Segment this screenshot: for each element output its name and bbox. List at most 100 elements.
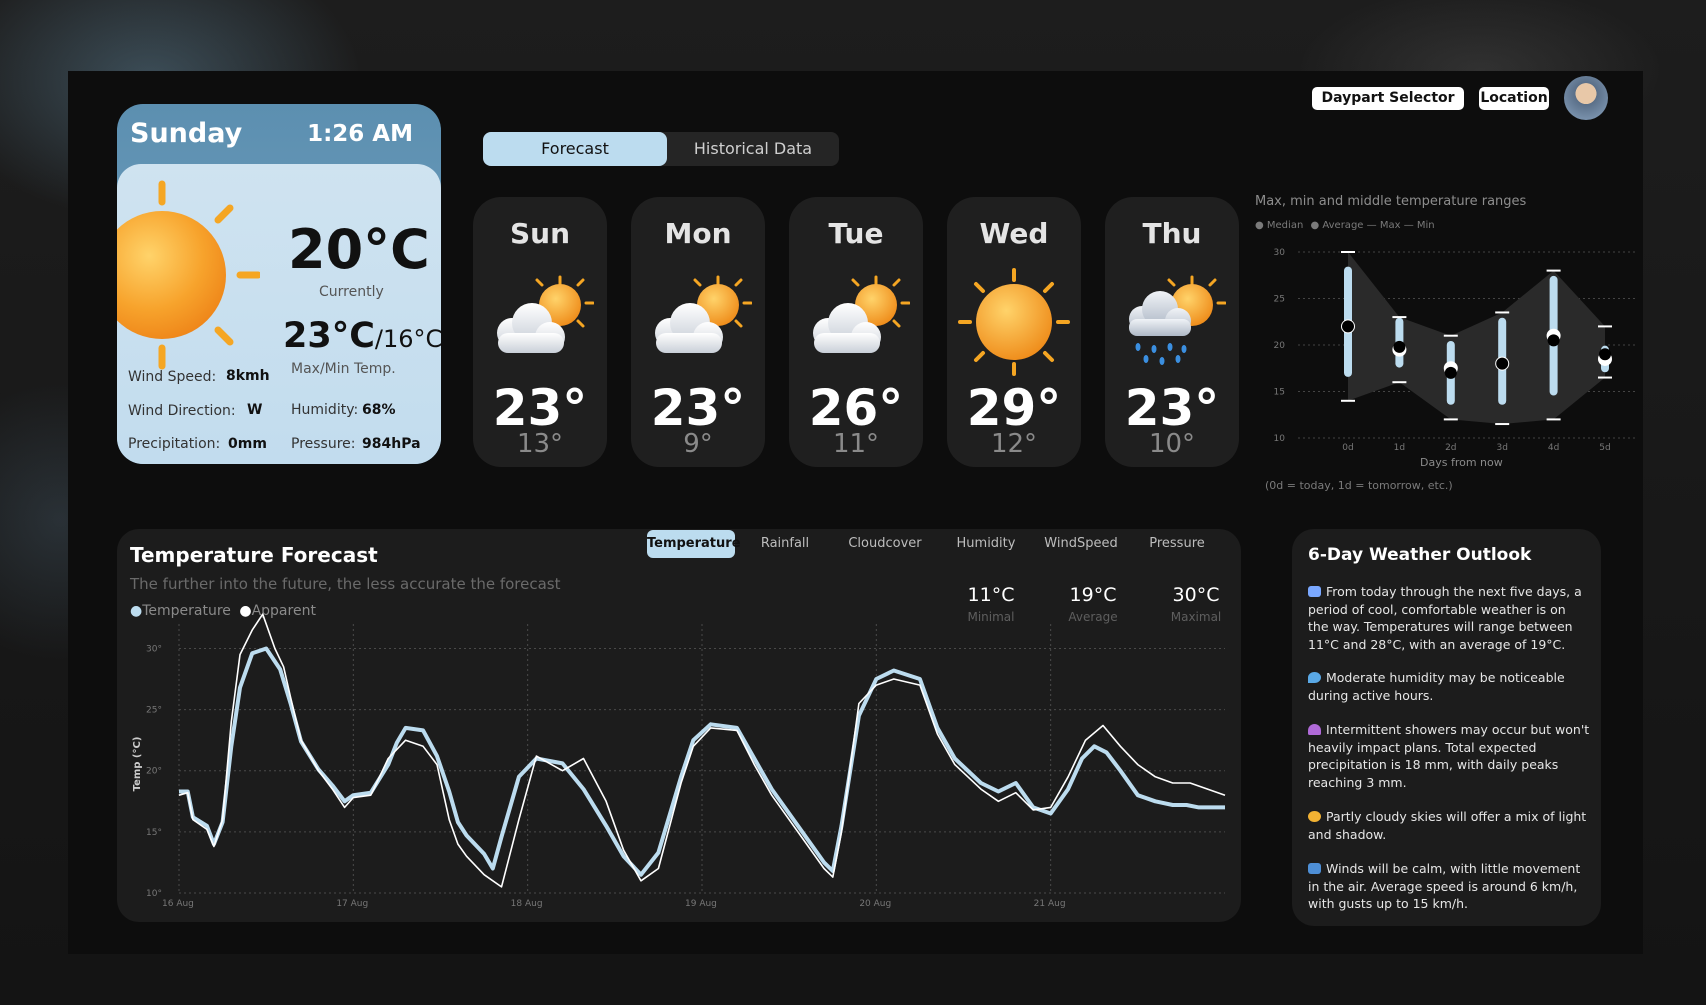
x-tick-label: 17 Aug [336,899,368,909]
x-tick-label: 18 Aug [511,899,543,909]
y-tick-label: 30 [1274,248,1286,258]
day-name: Thu [1142,217,1202,250]
temperature-forecast-panel: Temperature Forecast The further into th… [117,529,1241,922]
outlook-item: Partly cloudy skies will offer a mix of … [1308,809,1587,842]
range-chart-title: Max, min and middle temperature ranges [1255,194,1527,209]
x-tick-label: 0d [1342,443,1353,453]
day-name: Tue [828,217,884,250]
current-weather-card: Sunday 1:26 AM 20°C Currently 23°C/16°C … [117,104,441,464]
weather-outlook-panel: 6-Day Weather Outlook From today through… [1292,529,1601,926]
range-chart-legend: ● Median ● Average — Max — Min [1255,220,1435,231]
wind-speed-value: 8kmh [226,368,270,384]
y-axis-label: Temp (°C) [132,737,143,792]
cloud-rain-sun-icon [1129,275,1226,365]
humidity-label: Humidity: [291,402,359,418]
day-card-tue[interactable]: Tue 26° 11° [789,197,923,467]
y-tick-label: 20 [1274,341,1286,351]
outlook-title: 6-Day Weather Outlook [1308,545,1532,565]
sun-icon [958,268,1070,376]
wind-direction-label: Wind Direction: [128,403,236,419]
partly-cloudy-icon [497,275,594,353]
current-body: 20°C Currently 23°C/16°C Max/Min Temp. W… [117,164,441,464]
y-tick-label: 20° [146,767,162,777]
y-tick-label: 25° [146,706,162,716]
max-temp: 23°C [283,316,375,356]
max-min-label: Max/Min Temp. [291,361,396,377]
average-point [1342,320,1354,333]
max-min-temp: 23°C/16°C [283,316,441,356]
current-day: Sunday [130,118,243,149]
day-name: Wed [979,217,1049,250]
humidity-value: 68% [362,402,396,418]
pressure-label: Pressure: [291,436,356,452]
range-chart-xlabel: Days from now [1420,456,1503,469]
partly-cloudy-icon [1308,811,1321,822]
tab-historical-data[interactable]: Historical Data [667,132,839,166]
x-tick-label: 21 Aug [1034,899,1066,909]
legend-median: ● Median [1255,220,1304,231]
tab-forecast[interactable]: Forecast [483,132,667,166]
calendar-icon [1308,586,1321,597]
average-point [1496,357,1509,370]
partly-cloudy-icon [655,275,752,353]
x-tick-label: 20 Aug [859,899,891,909]
pressure-value: 984hPa [362,436,421,452]
y-tick-label: 25 [1274,295,1285,305]
wind-icon [1308,863,1321,874]
daypart-selector-button[interactable]: Daypart Selector [1312,87,1464,110]
day-low-temp: 12° [990,429,1038,459]
precipitation-label: Precipitation: [128,436,221,452]
legend-max: — Max [1366,220,1401,231]
average-point [1393,340,1406,353]
y-tick-label: 15° [146,828,162,838]
x-tick-label: 5d [1599,443,1610,453]
day-name: Sun [509,217,571,250]
x-tick-label: 4d [1548,443,1559,453]
x-tick-label: 19 Aug [685,899,717,909]
average-point [1547,334,1560,347]
y-tick-label: 30° [146,644,162,654]
current-temp: 20°C [288,218,430,281]
location-button[interactable]: Location [1479,87,1549,110]
wind-speed-label: Wind Speed: [128,369,217,385]
y-tick-label: 15 [1274,388,1285,398]
avatar[interactable] [1564,76,1608,120]
current-header: Sunday 1:26 AM [117,104,441,164]
x-tick-label: 16 Aug [162,899,194,909]
day-low-temp: 9° [683,429,713,459]
x-tick-label: 1d [1394,443,1405,453]
current-time: 1:26 AM [307,121,413,147]
sun-icon [117,180,260,370]
precipitation-value: 0mm [228,436,267,452]
day-card-thu[interactable]: Thu 23° 10° [1105,197,1239,467]
y-tick-label: 10 [1274,434,1286,444]
temperature-forecast-chart: 30° 25° 20° 15° 10°16 Aug 17 Aug 18 Aug 19 Aug 2… [132,613,1226,909]
average-point [1599,348,1611,361]
day-card-sun[interactable]: Sun 23° 13° [473,197,607,467]
legend-average: ● Average [1310,220,1364,231]
outlook-item: From today through the next five days, a… [1308,584,1582,652]
x-tick-label: 3d [1496,443,1507,453]
day-low-temp: 13° [516,429,564,459]
y-tick-label: 10° [146,889,162,899]
range-chart-note: (0d = today, 1d = tomorrow, etc.) [1265,479,1453,492]
day-card-wed[interactable]: Wed 29° 12° [947,197,1081,467]
day-low-temp: 10° [1148,429,1196,459]
x-tick-label: 2d [1445,443,1456,453]
outlook-item: Moderate humidity may be noticeable duri… [1308,670,1565,703]
day-name: Mon [664,217,732,250]
outlook-item: Intermittent showers may occur but won't… [1308,722,1590,790]
view-tabs: Forecast Historical Data [483,132,839,166]
min-temp: /16°C [374,325,441,353]
droplet-icon [1308,672,1321,683]
wind-direction-value: W [247,402,263,418]
range-band [1348,252,1605,425]
day-low-temp: 11° [832,429,880,459]
legend-min: — Min [1403,220,1435,231]
partly-cloudy-icon [813,275,910,353]
outlook-item: Winds will be calm, with little movement… [1308,861,1581,911]
current-temp-label: Currently [319,284,384,300]
umbrella-icon [1308,724,1321,735]
day-card-mon[interactable]: Mon 23° 9° [631,197,765,467]
average-point [1444,366,1457,379]
